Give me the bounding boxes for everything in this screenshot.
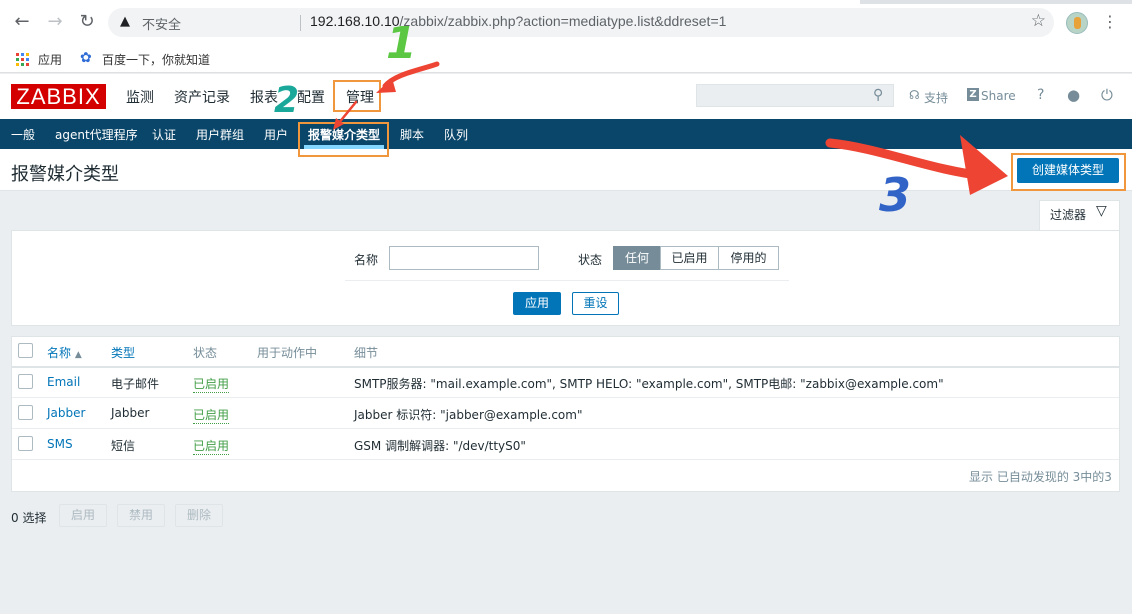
selected-count: 0 选择 bbox=[11, 511, 47, 525]
bookmarks-bar: 应用 ✿ 百度一下，你就知道 bbox=[0, 45, 1132, 73]
column-used-in-actions: 用于动作中 bbox=[257, 346, 318, 360]
status-option-enabled[interactable]: 已启用 bbox=[660, 246, 719, 270]
zabbix-logo[interactable]: ZABBIX bbox=[11, 84, 106, 109]
annotation-box-create-button bbox=[1011, 153, 1126, 191]
column-name[interactable]: 名称 ▲ bbox=[47, 344, 82, 361]
annotation-number-3: 3 bbox=[879, 168, 912, 222]
share-link[interactable]: Share bbox=[981, 89, 1016, 103]
zabbix-header bbox=[0, 74, 1132, 119]
table-row-type: Jabber bbox=[111, 406, 150, 420]
row-divider bbox=[12, 397, 1119, 398]
table-header-divider bbox=[12, 366, 1119, 368]
row-checkbox[interactable] bbox=[18, 436, 33, 451]
filter-tab-label: 过滤器 bbox=[1050, 208, 1087, 222]
baidu-paw-icon: ✿ bbox=[80, 50, 92, 66]
address-bar[interactable]: ▲ 不安全 192.168.10.10/zabbix/zabbix.php?ac… bbox=[108, 8, 1054, 37]
sort-ascending-icon: ▲ bbox=[74, 350, 82, 360]
enable-button[interactable]: 启用 bbox=[59, 504, 107, 527]
page-title-bar bbox=[0, 149, 1132, 191]
page-title: 报警媒介类型 bbox=[11, 164, 119, 185]
table-row-name[interactable]: SMS bbox=[47, 437, 73, 451]
user-profile-icon[interactable]: ● bbox=[1067, 86, 1080, 104]
bookmark-baidu[interactable]: 百度一下，你就知道 bbox=[102, 51, 210, 68]
bookmark-star-icon[interactable]: ☆ bbox=[1031, 11, 1046, 31]
column-details: 细节 bbox=[354, 346, 379, 360]
row-checkbox[interactable] bbox=[18, 405, 33, 420]
table-footer-count: 显示 已自动发现的 3中的3 bbox=[969, 470, 1112, 484]
filter-reset-button[interactable]: 重设 bbox=[572, 292, 619, 315]
table-row-status[interactable]: 已启用 bbox=[193, 406, 230, 424]
filter-name-label: 名称 bbox=[354, 253, 379, 267]
support-link[interactable]: 支持 bbox=[924, 89, 948, 106]
submenu-proxies[interactable]: agent代理程序 bbox=[55, 126, 138, 143]
table-row-status[interactable]: 已启用 bbox=[193, 375, 230, 393]
table-row-details: SMTP服务器: "mail.example.com", SMTP HELO: … bbox=[354, 377, 944, 391]
table-row-details: GSM 调制解调器: "/dev/ttyS0" bbox=[354, 439, 526, 453]
url-path: /zabbix/zabbix.php?action=mediatype.list… bbox=[399, 13, 727, 29]
filter-icon: ▽ bbox=[1096, 203, 1107, 219]
annotation-box-media-types bbox=[298, 122, 389, 157]
table-row-type: 短信 bbox=[111, 439, 136, 453]
url-text[interactable]: 192.168.10.10/zabbix/zabbix.php?action=m… bbox=[310, 13, 726, 29]
row-divider bbox=[12, 459, 1119, 460]
submenu-queue[interactable]: 队列 bbox=[444, 126, 468, 143]
row-divider bbox=[12, 428, 1119, 429]
warning-icon: ▲ bbox=[120, 14, 130, 29]
annotation-number-1: 1 bbox=[386, 18, 417, 69]
search-icon[interactable]: ⚲ bbox=[873, 87, 883, 103]
status-option-disabled[interactable]: 停用的 bbox=[718, 246, 779, 270]
table-row-type: 电子邮件 bbox=[111, 377, 160, 391]
filter-status-label: 状态 bbox=[578, 253, 603, 267]
bookmark-apps[interactable]: 应用 bbox=[38, 51, 62, 68]
global-search-input[interactable] bbox=[696, 84, 894, 107]
headset-icon: ☊ bbox=[909, 88, 920, 102]
browser-tabstrip bbox=[0, 0, 1132, 4]
select-all-checkbox[interactable] bbox=[18, 343, 33, 358]
submenu-general[interactable]: 一般 bbox=[11, 126, 35, 143]
submenu-authentication[interactable]: 认证 bbox=[152, 126, 176, 143]
insecure-label: 不安全 bbox=[142, 18, 182, 33]
submenu-scripts[interactable]: 脚本 bbox=[400, 126, 424, 143]
filter-panel bbox=[11, 230, 1120, 326]
column-status: 状态 bbox=[193, 346, 218, 360]
menu-inventory[interactable]: 资产记录 bbox=[174, 87, 230, 107]
submenu-users[interactable]: 用户 bbox=[264, 126, 288, 143]
disable-button[interactable]: 禁用 bbox=[117, 504, 165, 527]
browser-menu-icon[interactable]: ⋮ bbox=[1102, 12, 1118, 32]
column-name-label: 名称 bbox=[47, 346, 72, 360]
row-checkbox[interactable] bbox=[18, 374, 33, 389]
back-icon[interactable]: ← bbox=[11, 11, 33, 33]
help-icon[interactable]: ? bbox=[1037, 87, 1044, 103]
sign-out-icon[interactable]: ⏻ bbox=[1101, 86, 1113, 104]
profile-avatar[interactable] bbox=[1066, 12, 1088, 34]
filter-name-input[interactable] bbox=[389, 246, 539, 270]
annotation-number-2: 2 bbox=[274, 80, 300, 121]
table-row-details: Jabber 标识符: "jabber@example.com" bbox=[354, 408, 583, 422]
address-separator bbox=[300, 15, 301, 31]
filter-apply-button[interactable]: 应用 bbox=[513, 292, 561, 315]
status-option-any[interactable]: 任何 bbox=[613, 246, 661, 270]
annotation-box-administration bbox=[333, 80, 381, 112]
apps-grid-icon[interactable] bbox=[16, 53, 29, 66]
table-row-status[interactable]: 已启用 bbox=[193, 437, 230, 455]
delete-button[interactable]: 删除 bbox=[175, 504, 223, 527]
reload-icon[interactable]: ↻ bbox=[76, 11, 98, 33]
column-type[interactable]: 类型 bbox=[111, 344, 135, 361]
forward-icon[interactable]: → bbox=[44, 11, 66, 33]
share-logo-icon: Z bbox=[967, 88, 979, 101]
submenu-user-groups[interactable]: 用户群组 bbox=[196, 126, 244, 143]
table-row-name[interactable]: Jabber bbox=[47, 406, 85, 420]
filter-divider bbox=[345, 280, 789, 281]
menu-configuration[interactable]: 配置 bbox=[297, 87, 325, 107]
table-row-name[interactable]: Email bbox=[47, 375, 80, 389]
menu-monitoring[interactable]: 监测 bbox=[126, 87, 154, 107]
